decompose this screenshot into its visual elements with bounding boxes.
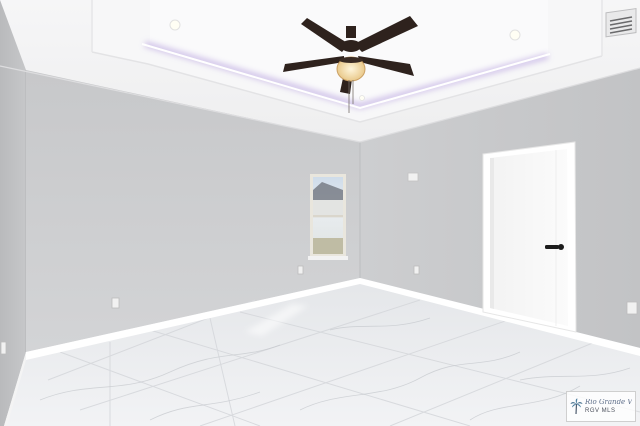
outlet — [297, 265, 304, 275]
recessed-light-center — [359, 95, 365, 101]
door — [482, 141, 577, 333]
ac-vent — [605, 8, 637, 38]
room-illustration — [0, 0, 640, 426]
watermark-brand: Rio Grande Valley — [585, 399, 632, 406]
light-switch — [407, 172, 419, 182]
room-photo: Rio Grande Valley RGV MLS — [0, 0, 640, 426]
recessed-light-left — [169, 19, 181, 31]
outlet — [111, 297, 120, 309]
outlet — [413, 265, 420, 275]
door-handle — [545, 245, 559, 249]
left-wall — [0, 0, 26, 426]
outlet — [0, 341, 7, 355]
recessed-light-right — [509, 29, 521, 41]
window — [308, 174, 348, 260]
watermark-subtitle: RGV MLS — [585, 408, 616, 414]
outlet — [626, 301, 638, 315]
mls-watermark: Rio Grande Valley RGV MLS — [566, 391, 636, 422]
palm-tree-icon — [570, 398, 583, 415]
